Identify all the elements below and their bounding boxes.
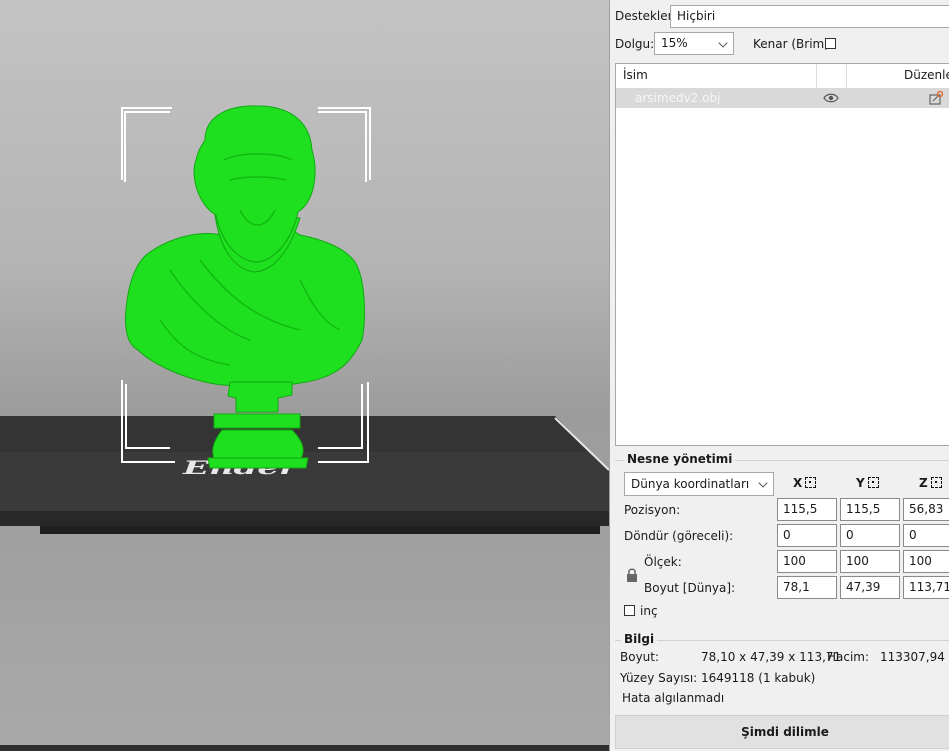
brim-checkbox[interactable] <box>825 38 836 49</box>
rotate-z-input[interactable]: 0 <box>903 524 949 547</box>
info-facets-value: 1649118 (1 kabuk) <box>701 671 816 685</box>
scale-z-input[interactable]: 100 <box>903 550 949 573</box>
brim-label: Kenar (Brim): <box>753 37 833 51</box>
axis-z-header: Z <box>919 476 942 490</box>
size-z-input[interactable]: 113,71 <box>903 576 949 599</box>
position-x-input[interactable]: 115,5 <box>777 498 837 521</box>
coordinate-system-value: Dünya koordinatları <box>631 477 750 491</box>
supports-label: Destekler: <box>615 9 677 23</box>
inches-label: inç <box>640 604 658 618</box>
inches-checkbox[interactable] <box>624 605 635 616</box>
info-size-value: 78,10 x 47,39 x 113,71 <box>701 650 842 664</box>
rotate-label: Döndür (göreceli): <box>624 529 734 543</box>
infill-value: 15% <box>661 36 688 50</box>
object-list-header: İsim Düzenler <box>616 64 949 89</box>
infill-label: Dolgu: <box>615 37 655 51</box>
infill-dropdown[interactable]: 15% <box>654 32 734 55</box>
object-name: arsimedv2.obj <box>635 91 721 105</box>
rotate-y-input[interactable]: 0 <box>840 524 900 547</box>
info-title: Bilgi <box>621 632 658 646</box>
scale-x-input[interactable]: 100 <box>777 550 837 573</box>
model-bust[interactable] <box>0 0 609 751</box>
supports-dropdown[interactable]: Hiçbiri <box>670 5 949 28</box>
lock-icon[interactable] <box>626 567 638 583</box>
info-errors: Hata algılanmadı <box>622 691 725 705</box>
axis-x-header: X <box>793 476 817 490</box>
position-y-input[interactable]: 115,5 <box>840 498 900 521</box>
coordinate-system-dropdown[interactable]: Dünya koordinatları <box>624 472 774 496</box>
column-edit[interactable]: Düzenler <box>904 68 949 82</box>
info-volume-value: 113307,94 <box>880 650 945 664</box>
eye-icon[interactable] <box>823 93 839 103</box>
object-manipulation-title: Nesne yönetimi <box>624 452 736 466</box>
scale-label: Ölçek: <box>644 555 682 569</box>
chevron-down-icon <box>758 478 768 488</box>
object-list[interactable]: İsim Düzenler arsimedv2.obj <box>615 63 949 446</box>
supports-value: Hiçbiri <box>677 9 716 23</box>
size-y-input[interactable]: 47,39 <box>840 576 900 599</box>
position-label: Pozisyon: <box>624 503 681 517</box>
info-facets-label: Yüzey Sayısı: <box>620 671 698 685</box>
slice-now-button[interactable]: Şimdi dilimle <box>615 715 949 749</box>
drop-to-bed-x-icon[interactable] <box>805 477 817 488</box>
drop-to-bed-z-icon[interactable] <box>930 477 942 488</box>
size-label: Boyut [Dünya]: <box>644 581 736 595</box>
axis-y-header: Y <box>856 476 879 490</box>
position-z-input[interactable]: 56,83 <box>903 498 949 521</box>
edit-warning-icon[interactable] <box>928 90 944 106</box>
sidebar: Destekler: Hiçbiri Dolgu: 15% Kenar (Bri… <box>609 0 949 751</box>
list-item[interactable]: arsimedv2.obj <box>616 88 949 108</box>
rotate-x-input[interactable]: 0 <box>777 524 837 547</box>
info-volume-label: Hacim: <box>827 650 870 664</box>
chevron-down-icon <box>718 38 728 48</box>
3d-viewport[interactable]: Ender <box>0 0 609 751</box>
info-size-label: Boyut: <box>620 650 660 664</box>
column-name[interactable]: İsim <box>623 68 648 82</box>
size-x-input[interactable]: 78,1 <box>777 576 837 599</box>
drop-to-bed-y-icon[interactable] <box>867 477 879 488</box>
scale-y-input[interactable]: 100 <box>840 550 900 573</box>
